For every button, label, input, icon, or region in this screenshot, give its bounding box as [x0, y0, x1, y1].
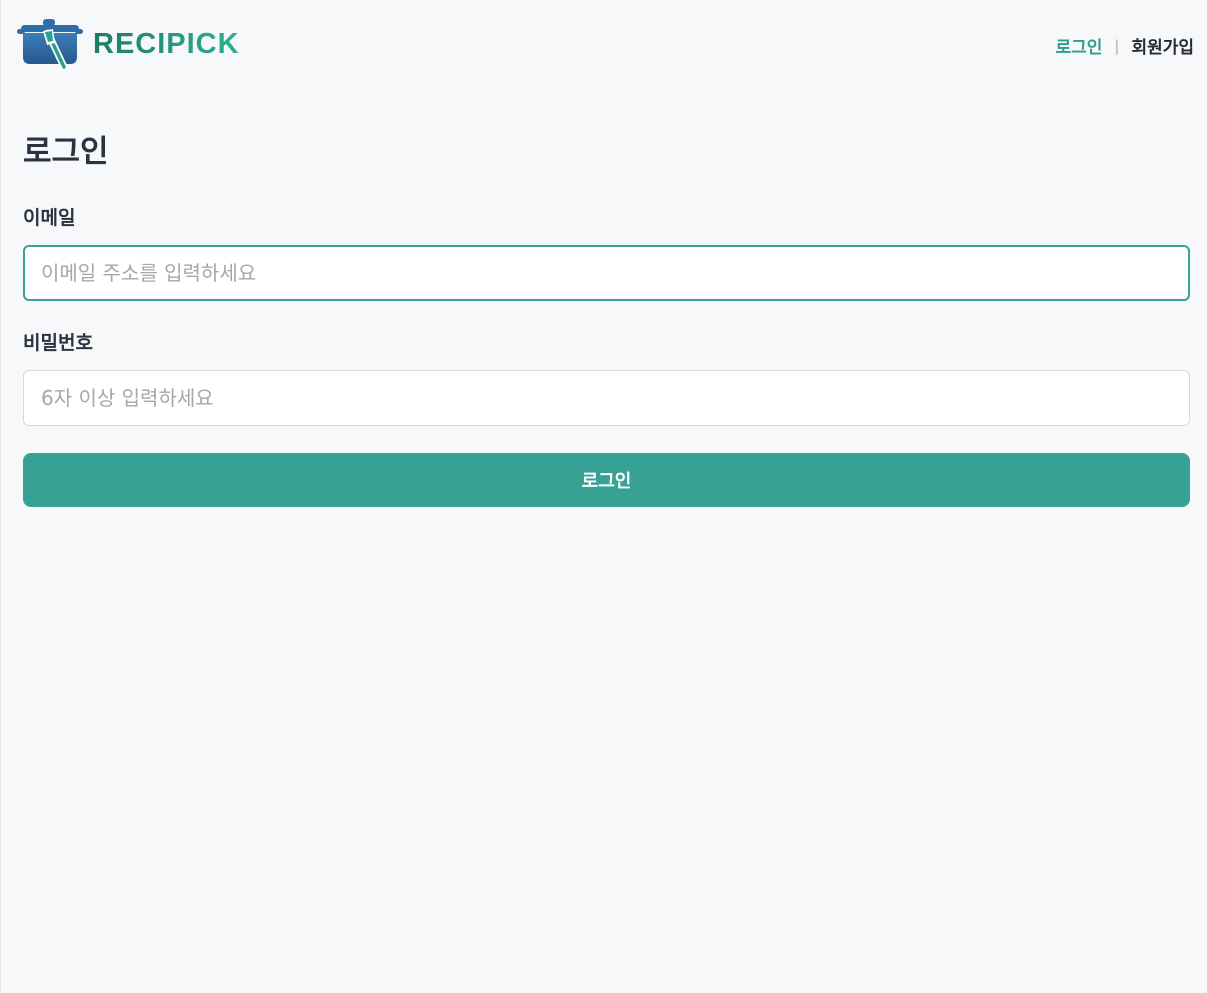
email-label: 이메일 — [23, 207, 76, 229]
email-input[interactable] — [23, 245, 1190, 301]
page-title: 로그인 — [23, 134, 109, 170]
cooking-pot-icon — [17, 19, 83, 71]
nav-separator: | — [1114, 36, 1120, 55]
auth-nav: 로그인 | 회원가입 — [1055, 33, 1194, 59]
login-button[interactable]: 로그인 — [23, 453, 1190, 507]
nav-login-link[interactable]: 로그인 — [1055, 33, 1102, 58]
logo-link[interactable]: RECIPICK — [17, 17, 240, 71]
nav-signup-link[interactable]: 회원가입 — [1131, 33, 1194, 58]
header: RECIPICK 로그인 | 회원가입 — [1, 0, 1207, 90]
login-form: 로그인 이메일 비밀번호 로그인 — [23, 130, 1190, 507]
logo-text: RECIPICK — [93, 27, 240, 60]
password-label: 비밀번호 — [23, 332, 93, 354]
password-input[interactable] — [23, 370, 1190, 426]
